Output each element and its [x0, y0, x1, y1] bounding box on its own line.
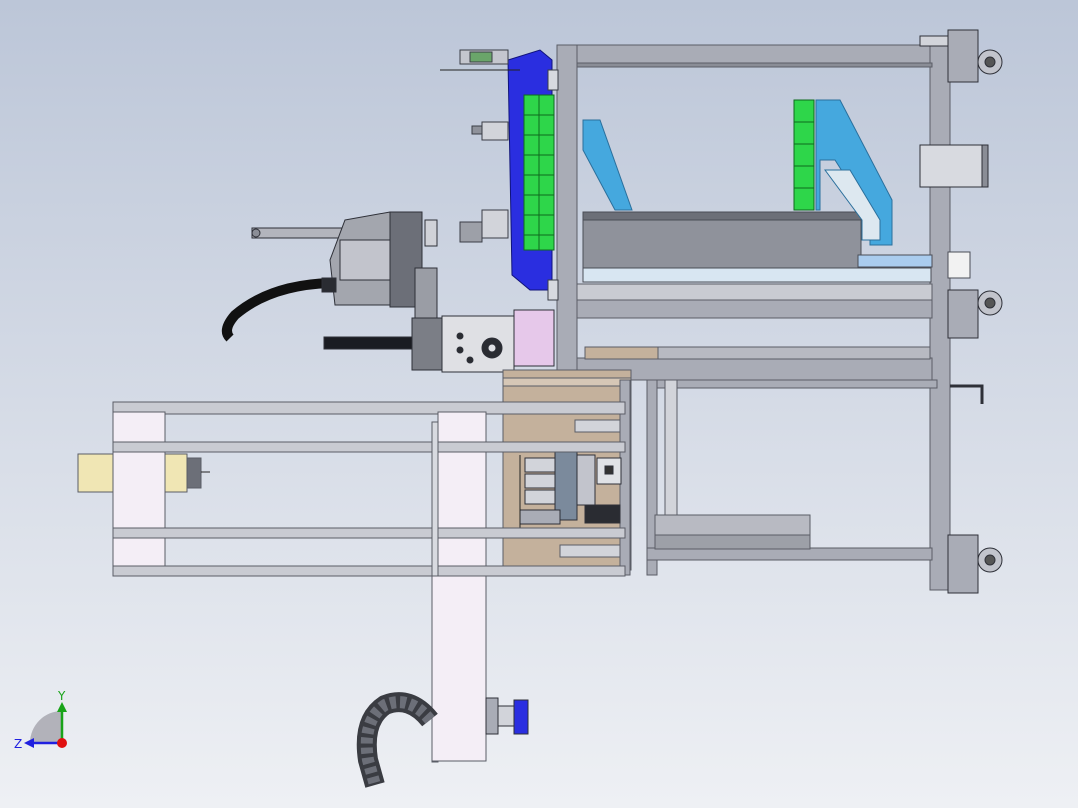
y-axis-label: Y	[57, 689, 66, 703]
triad-origin	[57, 738, 67, 748]
z-axis-label: Z	[14, 737, 22, 751]
cad-viewport[interactable]: Y Z	[0, 0, 1078, 808]
blue-plate	[507, 49, 555, 291]
cad-model-scene: Y Z	[0, 0, 1078, 808]
green-grid-right	[793, 99, 815, 211]
